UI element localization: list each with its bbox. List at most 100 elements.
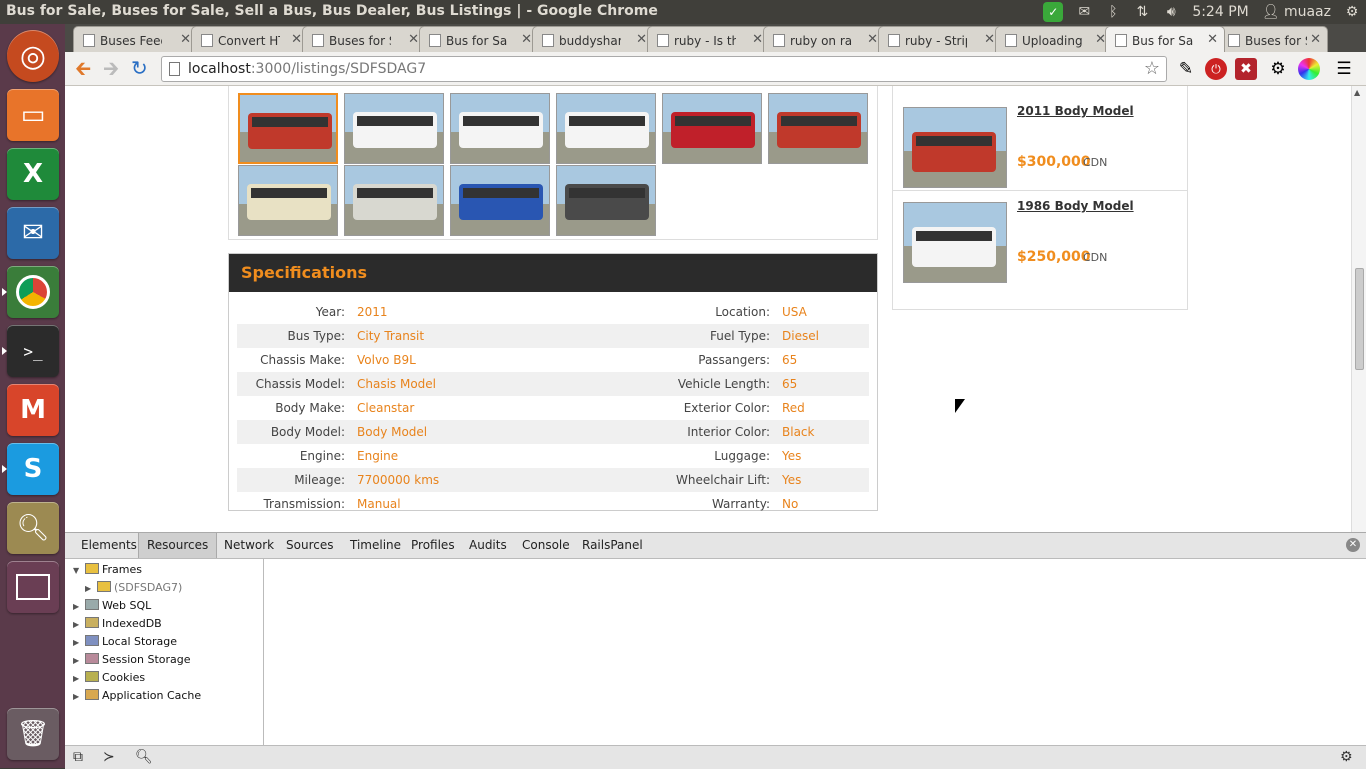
spreadsheet-icon[interactable]: X	[7, 148, 59, 200]
tab-8[interactable]: Uploading ✕	[995, 26, 1113, 52]
tree-item[interactable]: ▶ Local Storage	[73, 635, 177, 653]
collapsed-triangle-icon[interactable]: ▶	[73, 638, 85, 647]
tab-close-icon[interactable]: ✕	[180, 32, 191, 47]
rubymine-icon[interactable]: M	[7, 384, 59, 436]
tree-item[interactable]: ▶ Application Cache	[73, 689, 201, 707]
page-scrollbar[interactable]: ▲ ▼	[1351, 86, 1366, 550]
tab-3[interactable]: Bus for Sal ✕	[419, 26, 539, 52]
workspace-switcher-icon[interactable]	[7, 561, 59, 613]
gallery-thumbnail[interactable]	[344, 93, 444, 164]
devtools-tab-audits[interactable]: Audits	[461, 533, 515, 558]
dash-home-icon[interactable]: ◎	[7, 30, 59, 82]
gallery-thumbnail[interactable]	[556, 165, 656, 236]
settings-extension-icon[interactable]: ⚙	[1267, 58, 1289, 80]
skype-icon[interactable]: S	[2, 443, 59, 495]
volume-icon[interactable]: 🔊︎	[1163, 2, 1179, 22]
similar-listing-item[interactable]: 2011 Body Model $300,000 CDN	[893, 96, 1187, 191]
chrome-icon[interactable]	[2, 266, 59, 318]
scroll-up-arrow-icon[interactable]: ▲	[1354, 88, 1360, 97]
collapsed-triangle-icon[interactable]: ▶	[73, 692, 85, 701]
devtools-tab-elements[interactable]: Elements	[73, 533, 145, 558]
scroll-thumb[interactable]	[1355, 268, 1364, 370]
listing-title-link[interactable]: 2011 Body Model	[1017, 104, 1134, 118]
devtools-tab-network[interactable]: Network	[216, 533, 282, 558]
tab-4[interactable]: buddyshari ✕	[532, 26, 654, 52]
tab-close-icon[interactable]: ✕	[521, 32, 532, 47]
tree-item[interactable]: ▶ Web SQL	[73, 599, 151, 617]
collapsed-triangle-icon[interactable]: ▶	[73, 674, 85, 683]
tree-item[interactable]: ▶ (SDFSDAG7)	[85, 581, 182, 599]
devtools-tab-console[interactable]: Console	[514, 533, 578, 558]
collapsed-triangle-icon[interactable]: ▶	[73, 620, 85, 629]
trash-icon[interactable]: 🗑︎	[7, 708, 59, 760]
gallery-thumbnail[interactable]	[662, 93, 762, 164]
tab-close-icon[interactable]: ✕	[1207, 32, 1218, 47]
tab-close-icon[interactable]: ✕	[867, 32, 878, 47]
gallery-thumbnail[interactable]	[344, 165, 444, 236]
back-button[interactable]: 🡰	[75, 58, 91, 78]
devtools-tab-profiles[interactable]: Profiles	[403, 533, 463, 558]
tree-item[interactable]: ▶ Session Storage	[73, 653, 191, 671]
tab-close-icon[interactable]: ✕	[408, 32, 419, 47]
tab-1[interactable]: Convert HT ✕	[191, 26, 309, 52]
network-icon[interactable]: ⇅	[1134, 2, 1150, 22]
eyedropper-extension-icon[interactable]: ✎	[1175, 58, 1197, 80]
collapsed-triangle-icon[interactable]: ▶	[73, 602, 85, 611]
clock[interactable]: 5:24 PM	[1192, 4, 1248, 20]
expanded-triangle-icon[interactable]: ▼	[73, 566, 85, 575]
chrome-menu-icon[interactable]: ☰	[1333, 58, 1355, 80]
files-icon[interactable]: ▭	[7, 89, 59, 141]
adblock-extension-icon[interactable]: ⏻	[1205, 58, 1227, 80]
gallery-thumbnail[interactable]	[556, 93, 656, 164]
tree-item[interactable]: ▶ IndexedDB	[73, 617, 162, 635]
terminal-icon[interactable]: >_	[2, 325, 59, 377]
devtools-close-icon[interactable]: ✕	[1346, 538, 1360, 552]
tree-item[interactable]: ▶ Cookies	[73, 671, 145, 689]
gallery-thumbnail[interactable]	[450, 165, 550, 236]
image-viewer-icon[interactable]: 🔍︎	[7, 502, 59, 554]
tools-extension-icon[interactable]: ✖	[1235, 58, 1257, 80]
tree-item[interactable]: ▼ Frames	[73, 563, 142, 581]
tab-close-icon[interactable]: ✕	[636, 32, 647, 47]
gallery-thumbnail[interactable]	[238, 165, 338, 236]
update-notifier-icon[interactable]: ✓	[1043, 2, 1064, 22]
devtools-tab-sources[interactable]: Sources	[278, 533, 341, 558]
tab-10[interactable]: Buses for S ✕	[1218, 26, 1328, 52]
tab-9[interactable]: Bus for Sal ✕	[1105, 26, 1225, 52]
similar-listing-item[interactable]: 1986 Body Model $250,000 CDN	[893, 191, 1187, 286]
collapsed-triangle-icon[interactable]: ▶	[73, 656, 85, 665]
listing-photo[interactable]	[903, 202, 1007, 283]
gallery-thumbnail[interactable]	[768, 93, 868, 164]
bluetooth-icon[interactable]: ᛒ	[1105, 2, 1121, 22]
forward-button[interactable]: 🡲	[103, 58, 119, 78]
color-picker-extension-icon[interactable]	[1298, 58, 1320, 80]
devtools-tab-railspanel[interactable]: RailsPanel	[574, 533, 651, 558]
devtools-tab-resources[interactable]: Resources	[138, 533, 218, 558]
console-drawer-icon[interactable]: ≻	[103, 749, 115, 765]
tab-close-icon[interactable]: ✕	[984, 32, 995, 47]
tab-6[interactable]: ruby on rai ✕	[763, 26, 885, 52]
devtools-settings-icon[interactable]: ⚙	[1340, 749, 1353, 765]
tab-close-icon[interactable]: ✕	[752, 32, 763, 47]
tab-close-icon[interactable]: ✕	[1310, 32, 1321, 47]
mail-icon[interactable]: ✉	[1076, 2, 1092, 22]
tab-5[interactable]: ruby - Is th ✕	[647, 26, 770, 52]
gallery-thumbnail[interactable]	[238, 93, 338, 164]
search-icon[interactable]: 🔍︎	[135, 749, 153, 765]
dock-icon[interactable]: ⧉	[73, 749, 83, 765]
reload-button[interactable]: ↻	[131, 58, 148, 78]
tab-0[interactable]: Buses Feed ✕	[73, 26, 198, 52]
collapsed-triangle-icon[interactable]: ▶	[85, 584, 97, 593]
gallery-thumbnail[interactable]	[450, 93, 550, 164]
tab-7[interactable]: ruby - Strip ✕	[878, 26, 1002, 52]
tab-close-icon[interactable]: ✕	[291, 32, 302, 47]
session-gear-icon[interactable]: ⚙	[1344, 2, 1360, 22]
address-bar[interactable]: localhost:3000/listings/SDFSDAG7 ☆	[161, 56, 1167, 82]
devtools-tab-timeline[interactable]: Timeline	[342, 533, 409, 558]
thunderbird-icon[interactable]: ✉	[7, 207, 59, 259]
bookmark-star-icon[interactable]: ☆	[1144, 58, 1160, 79]
listing-title-link[interactable]: 1986 Body Model	[1017, 199, 1134, 213]
listing-photo[interactable]	[903, 107, 1007, 188]
user-menu[interactable]: 👤︎ muaaz	[1262, 4, 1331, 20]
tab-2[interactable]: Buses for S ✕	[302, 26, 426, 52]
